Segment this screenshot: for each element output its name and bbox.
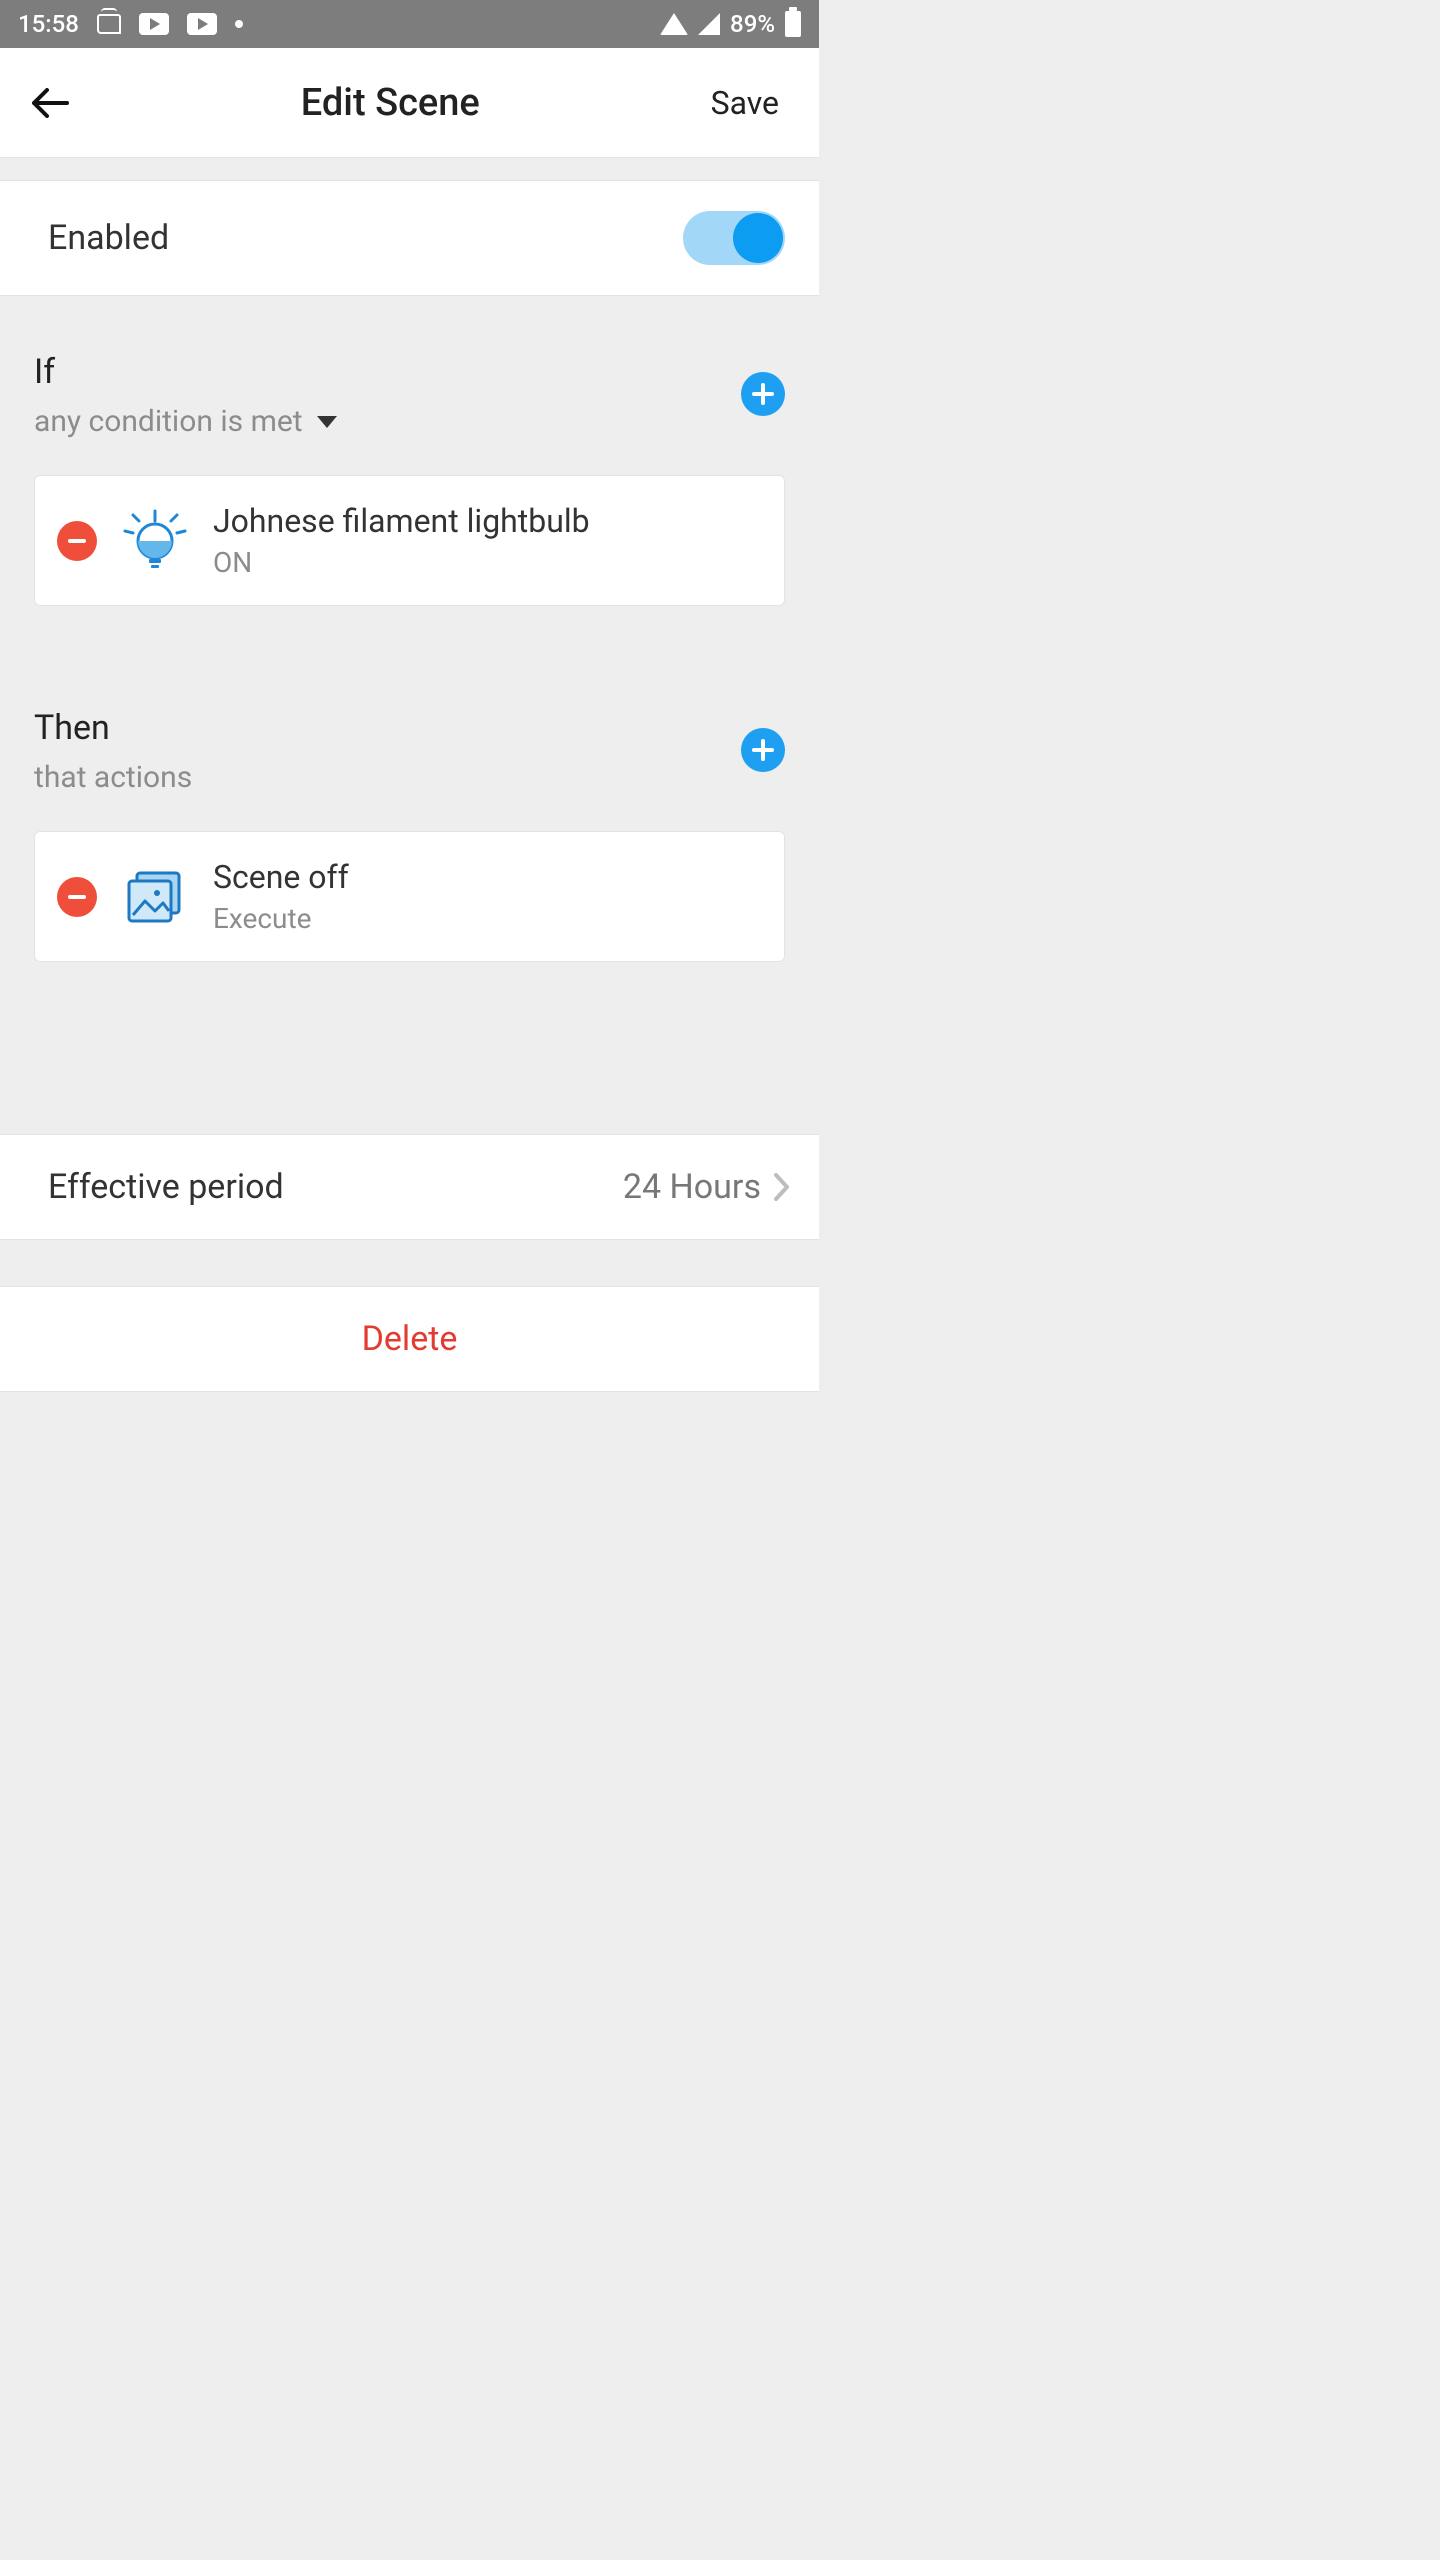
action-state: Execute (213, 902, 349, 935)
enabled-row: Enabled (0, 180, 819, 296)
youtube-icon (139, 13, 169, 35)
car-icon (97, 14, 121, 34)
chevron-down-icon (317, 416, 337, 428)
app-header: Edit Scene Save (0, 48, 819, 158)
status-time: 15:58 (18, 10, 79, 38)
enabled-toggle[interactable] (683, 211, 785, 265)
plus-icon (751, 738, 775, 762)
more-notifications-icon (235, 20, 243, 28)
effective-period-label: Effective period (48, 1167, 284, 1207)
if-condition-mode[interactable]: any condition is met (34, 404, 337, 439)
delete-button[interactable]: Delete (0, 1286, 819, 1392)
then-title: Then (34, 708, 192, 748)
wifi-icon (660, 13, 688, 35)
page-title: Edit Scene (70, 81, 711, 125)
action-title: Scene off (213, 858, 349, 896)
add-action-button[interactable] (741, 728, 785, 772)
battery-percent: 89% (730, 10, 775, 38)
condition-state: ON (213, 546, 590, 579)
chevron-right-icon (773, 1172, 791, 1202)
plus-icon (751, 382, 775, 406)
lightbulb-icon (123, 509, 187, 573)
save-button[interactable]: Save (711, 84, 789, 122)
condition-card[interactable]: Johnese filament lightbulb ON (34, 475, 785, 606)
action-card[interactable]: Scene off Execute (34, 831, 785, 962)
scene-icon (123, 865, 187, 929)
remove-condition-button[interactable] (57, 521, 97, 561)
back-arrow-icon (31, 88, 69, 118)
add-condition-button[interactable] (741, 372, 785, 416)
if-subtitle-text: any condition is met (34, 404, 303, 439)
effective-period-row[interactable]: Effective period 24 Hours (0, 1134, 819, 1240)
if-section: If any condition is met (0, 296, 819, 606)
toggle-knob-icon (733, 213, 783, 263)
then-section: Then that actions (0, 652, 819, 962)
if-title: If (34, 352, 337, 392)
then-subtitle: that actions (34, 760, 192, 795)
youtube-icon (187, 13, 217, 35)
condition-title: Johnese filament lightbulb (213, 502, 590, 540)
status-bar: 15:58 x 89% (0, 0, 819, 48)
remove-action-button[interactable] (57, 877, 97, 917)
battery-icon (785, 11, 801, 37)
back-button[interactable] (30, 83, 70, 123)
signal-icon: x (698, 13, 720, 35)
effective-period-value: 24 Hours (623, 1167, 761, 1207)
enabled-label: Enabled (48, 218, 169, 258)
